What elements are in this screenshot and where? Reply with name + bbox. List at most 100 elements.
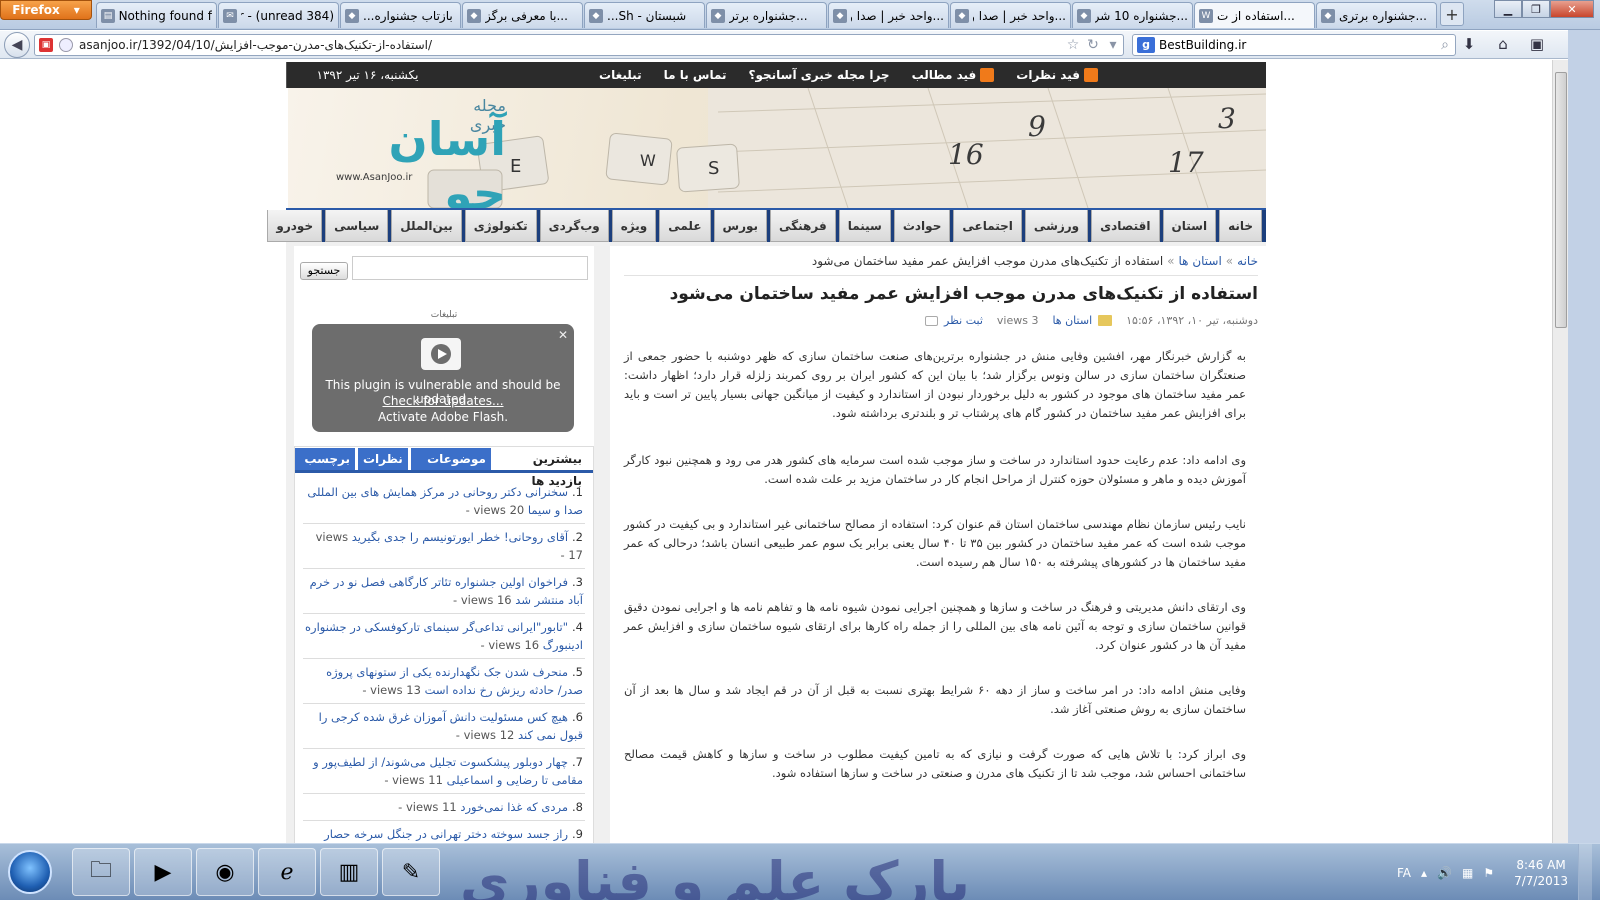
url-bar[interactable]: ▣ asanjoo.ir/1392/04/10/استفاده-از-تکنیک… — [34, 34, 1124, 56]
add-comment-link[interactable]: ثبت نظر — [944, 314, 983, 327]
list-item-title[interactable]: فراخوان اولین جشنواره تئاتر کارگاهی فصل … — [310, 575, 583, 607]
nav-item[interactable]: تکنولوژی — [464, 210, 537, 242]
article-views: views 3 — [996, 314, 1039, 327]
browser-tab[interactable]: ◆ ...جشنواره 10 شرکت — [1072, 2, 1193, 28]
nav-item[interactable]: حوادث — [893, 210, 951, 242]
list-item-title[interactable]: سخنرانی دکتر روحانی در مرکز همایش های بی… — [307, 485, 583, 517]
sidebar-tab[interactable]: نظرات — [357, 448, 408, 470]
activate-flash-label[interactable]: Activate Adobe Flash. — [312, 410, 574, 424]
browser-tab[interactable]: ◆ بازتاب جشنواره... — [340, 2, 461, 28]
site-logo[interactable]: مجله خبری آسان جو www.AsanJoo.ir — [306, 96, 506, 208]
sidebar-tab[interactable]: برچسب ها — [295, 448, 355, 488]
list-item[interactable]: 1.سخنرانی دکتر روحانی در مرکز همایش های … — [303, 479, 585, 524]
article-category[interactable]: استان ها — [1052, 314, 1092, 327]
list-item[interactable]: 5.منحرف شدن جک نگهدارنده یکی از ستونهای … — [303, 659, 585, 704]
reload-icon[interactable]: ↻ — [1083, 37, 1103, 53]
back-button[interactable]: ◀ — [4, 32, 30, 58]
search-input[interactable] — [352, 256, 588, 280]
list-item-title[interactable]: مردی که غذا نمی‌خورد — [460, 800, 568, 814]
nav-item[interactable]: بین‌الملل — [391, 210, 462, 242]
list-item[interactable]: 3.فراخوان اولین جشنواره تئاتر کارگاهی فص… — [303, 569, 585, 614]
url-text[interactable]: asanjoo.ir/1392/04/10/استفاده-از-تکنیک‌ه… — [79, 38, 1063, 52]
close-icon[interactable]: ✕ — [558, 328, 568, 342]
nav-item[interactable]: اقتصادی — [1091, 210, 1160, 242]
search-engine-icon[interactable]: g — [1137, 37, 1155, 53]
close-window-button[interactable]: ✕ — [1550, 0, 1594, 18]
topbar-link[interactable]: تبلیغات — [599, 68, 642, 82]
taskbar-app-button[interactable]: ▶ — [134, 848, 192, 896]
list-item-title[interactable]: آقای روحانی! خطر ایورتونیسم را جدی بگیری… — [352, 530, 568, 544]
flash-plugin-placeholder[interactable]: ✕ This plugin is vulnerable and should b… — [312, 324, 574, 432]
browser-tab-label: (384 unread) - r... — [241, 8, 334, 23]
page-scrollbar[interactable] — [1552, 60, 1568, 843]
list-item-title[interactable]: "تابور"ایرانی تداعی‌گر سینمای تارکوفسکی … — [305, 620, 583, 652]
search-bar[interactable]: g BestBuilding.ir ⌕ — [1132, 34, 1456, 56]
browser-tab[interactable]: ◆ ...با معرفی برگز — [462, 2, 583, 28]
list-item[interactable]: 6.هیچ کس مسئولیت دانش آموزان غرق شده کرج… — [303, 704, 585, 749]
breadcrumb-category[interactable]: استان ها — [1179, 254, 1222, 268]
list-item[interactable]: 2. آقای روحانی! خطر ایورتونیسم را جدی بگی… — [303, 524, 585, 569]
search-button[interactable]: جستجو — [300, 262, 348, 280]
nav-item[interactable]: سیاسی — [325, 210, 389, 242]
list-item-title[interactable]: راز جسد سوخته دختر تهرانی در جنگل سرخه ح… — [324, 827, 583, 843]
browser-tab[interactable]: ◆ ...جشنواره برتری — [1316, 2, 1437, 28]
tray-expand-icon[interactable]: ▴ — [1421, 866, 1427, 880]
network-icon[interactable]: ▦ — [1462, 866, 1473, 880]
bookmark-star-icon[interactable]: ☆ — [1063, 37, 1083, 53]
download-icon[interactable]: ⬇ — [1458, 35, 1480, 55]
browser-tab[interactable]: ◆ ...واحد خبر | صدا و — [950, 2, 1071, 28]
nav-item[interactable]: ورزشی — [1024, 210, 1089, 242]
nav-item[interactable]: استان ها — [1162, 210, 1217, 265]
nav-item[interactable]: وب‌گردی — [539, 210, 609, 242]
sidebar-tab[interactable]: بیشترین بازدید ها — [493, 448, 587, 488]
language-indicator[interactable]: FA — [1397, 866, 1411, 880]
speaker-icon[interactable]: 🔊 — [1437, 866, 1452, 880]
breadcrumb-home[interactable]: خانه — [1237, 254, 1258, 268]
start-button[interactable] — [8, 850, 52, 894]
bookmarks-icon[interactable]: ▣ — [1526, 35, 1548, 55]
taskbar-app-button[interactable]: ✎ — [382, 848, 440, 896]
browser-tab[interactable]: W ...استفاده از ت — [1194, 2, 1315, 28]
nav-item[interactable]: اجتماعی — [953, 210, 1022, 242]
nav-item[interactable]: خودرو — [267, 210, 323, 242]
list-item[interactable]: 9.راز جسد سوخته دختر تهرانی در جنگل سرخه… — [303, 821, 585, 843]
list-item[interactable]: 7.چهار دوبلور پیشکسوت تجلیل می‌شوند/ از … — [303, 749, 585, 794]
nav-item[interactable]: علمی — [659, 210, 711, 242]
restore-button[interactable]: ❐ — [1522, 0, 1550, 18]
taskbar-app-button[interactable]: ◉ — [196, 848, 254, 896]
topbar-link[interactable]: فید مطالب — [912, 68, 995, 82]
firefox-menu-button[interactable]: Firefox ▾ — [0, 0, 92, 20]
taskbar-app-button[interactable]: 🗀 — [72, 848, 130, 896]
nav-item[interactable]: بورس — [713, 210, 768, 242]
browser-tab[interactable]: ✉ (384 unread) - r... — [218, 2, 339, 28]
browser-tab[interactable]: ▤ Nothing found f... — [96, 2, 217, 28]
show-desktop-button[interactable] — [1578, 844, 1592, 900]
browser-tab[interactable]: ◆ ...جشنواره برتر — [706, 2, 827, 28]
scrollbar-thumb[interactable] — [1555, 72, 1567, 328]
dropdown-arrow-icon[interactable]: ▾ — [1103, 37, 1123, 53]
popular-list: 1.سخنرانی دکتر روحانی در مرکز همایش های … — [295, 473, 593, 843]
list-item-title[interactable]: هیچ کس مسئولیت دانش آموزان غرق شده کرجی … — [319, 710, 583, 742]
clock[interactable]: 8:46 AM 7/7/2013 — [1514, 857, 1568, 889]
nav-item[interactable]: سینما — [838, 210, 891, 242]
nav-item[interactable]: فرهنگی — [770, 210, 836, 242]
list-item[interactable]: 4."تابور"ایرانی تداعی‌گر سینمای تارکوفسک… — [303, 614, 585, 659]
new-tab-button[interactable]: + — [1440, 2, 1464, 26]
browser-tab[interactable]: ◆ شبستان - Sh... — [584, 2, 705, 28]
nav-item[interactable]: خانه — [1219, 210, 1262, 242]
taskbar-app-button[interactable]: ℯ — [258, 848, 316, 896]
taskbar-app-button[interactable]: ▥ — [320, 848, 378, 896]
minimize-button[interactable]: ▁ — [1494, 0, 1522, 18]
home-icon[interactable]: ⌂ — [1492, 35, 1514, 55]
topbar-link[interactable]: فید نظرات — [1016, 68, 1098, 82]
nav-item[interactable]: ویژه — [611, 210, 657, 242]
magnifier-icon[interactable]: ⌕ — [1435, 37, 1455, 53]
action-center-icon[interactable]: ⚑ — [1483, 866, 1494, 880]
browser-tab[interactable]: ◆ ...واحد خبر | صدا و — [828, 2, 949, 28]
topbar-link[interactable]: چرا مجله خبری آسانجو؟ — [749, 68, 890, 82]
sidebar-tab[interactable]: موضوعات مهم — [410, 448, 491, 488]
list-item[interactable]: 8. مردی که غذا نمی‌خورد views 11 - — [303, 794, 585, 821]
topbar-link[interactable]: تماس با ما — [664, 68, 727, 82]
check-updates-link[interactable]: Check for updates... — [312, 394, 574, 408]
list-item-title[interactable]: چهار دوبلور پیشکسوت تجلیل می‌شوند/ از لط… — [313, 755, 583, 787]
